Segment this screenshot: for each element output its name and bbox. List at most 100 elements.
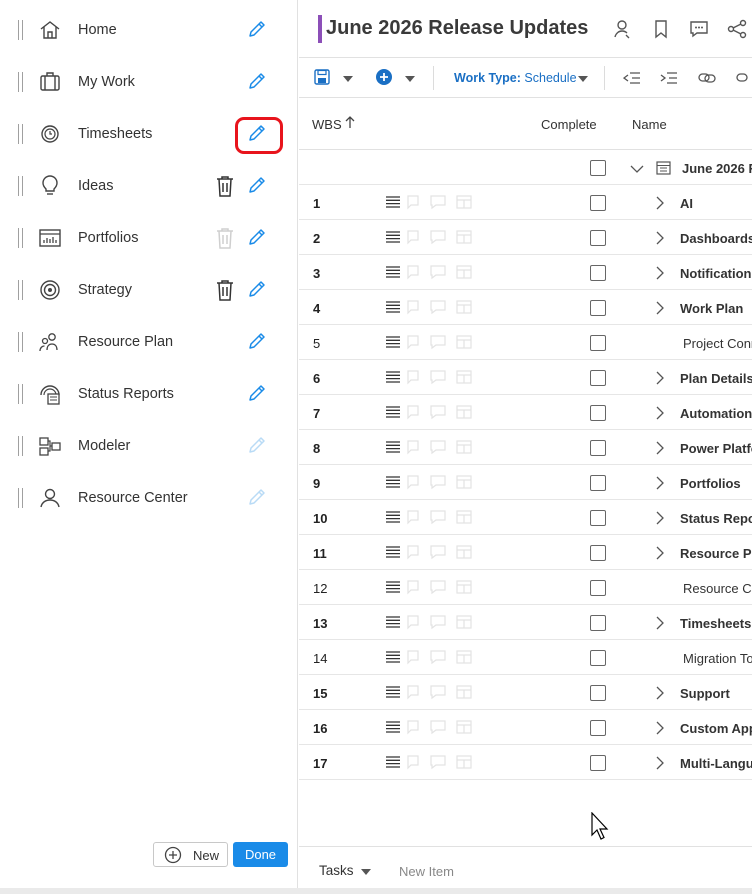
row-menu-icon[interactable] [385, 370, 401, 384]
expand-chevron-icon[interactable] [655, 301, 665, 315]
complete-checkbox[interactable] [590, 440, 606, 456]
expand-chevron-icon[interactable] [655, 546, 665, 560]
complete-checkbox[interactable] [590, 475, 606, 491]
outdent-icon[interactable] [622, 71, 640, 90]
complete-checkbox[interactable] [590, 580, 606, 596]
drag-handle-icon[interactable] [18, 436, 23, 456]
table-row[interactable]: 13 Timesheets [299, 605, 752, 640]
row-menu-icon[interactable] [385, 720, 401, 734]
sidebar-item-resource-plan[interactable]: Resource Plan [0, 318, 298, 370]
expand-chevron-icon[interactable] [655, 441, 665, 455]
edit-pencil-icon[interactable] [246, 174, 268, 196]
complete-checkbox[interactable] [590, 195, 606, 211]
complete-checkbox[interactable] [590, 755, 606, 771]
trash-icon[interactable] [214, 174, 236, 198]
save-dropdown-chevron-icon[interactable] [343, 76, 353, 82]
row-menu-icon[interactable] [385, 300, 401, 314]
complete-checkbox[interactable] [590, 615, 606, 631]
sidebar-item-timesheets[interactable]: Timesheets [0, 110, 298, 162]
new-item-input[interactable]: New Item [399, 864, 454, 879]
table-row[interactable]: 11 Resource Plan [299, 535, 752, 570]
sidebar-item-status-reports[interactable]: Status Reports [0, 370, 298, 422]
row-menu-icon[interactable] [385, 440, 401, 454]
sidebar-item-ideas[interactable]: Ideas [0, 162, 298, 214]
expand-chevron-icon[interactable] [655, 686, 665, 700]
expand-chevron-icon[interactable] [655, 476, 665, 490]
wbs-column-header[interactable]: WBS [312, 117, 342, 132]
share-icon[interactable] [726, 18, 748, 40]
table-row[interactable]: 14 Migration Tool [299, 640, 752, 675]
sidebar-item-strategy[interactable]: Strategy [0, 266, 298, 318]
tasks-dropdown-label[interactable]: Tasks [319, 863, 354, 878]
row-menu-icon[interactable] [385, 615, 401, 629]
table-row[interactable]: 10 Status Reports [299, 500, 752, 535]
complete-checkbox[interactable] [590, 230, 606, 246]
complete-checkbox[interactable] [590, 545, 606, 561]
task-name[interactable]: Portfolios [680, 476, 741, 491]
task-name[interactable]: Custom Apps [680, 721, 752, 736]
complete-checkbox[interactable] [590, 510, 606, 526]
task-name[interactable]: Notifications [680, 266, 752, 281]
expand-chevron-icon[interactable] [655, 196, 665, 210]
row-menu-icon[interactable] [385, 195, 401, 209]
drag-handle-icon[interactable] [18, 72, 23, 92]
row-menu-icon[interactable] [385, 230, 401, 244]
table-row[interactable]: 15 Support [299, 675, 752, 710]
edit-pencil-icon[interactable] [246, 70, 268, 92]
task-name[interactable]: Power Platform [680, 441, 752, 456]
drag-handle-icon[interactable] [18, 332, 23, 352]
complete-checkbox[interactable] [590, 650, 606, 666]
table-row[interactable]: 12 Resource Center [299, 570, 752, 605]
task-name[interactable]: Migration Tool [683, 651, 752, 666]
edit-pencil-icon[interactable] [246, 382, 268, 404]
task-name[interactable]: Multi-Language [680, 756, 752, 771]
edit-pencil-icon[interactable] [246, 18, 268, 40]
sort-ascending-icon[interactable] [343, 114, 357, 130]
drag-handle-icon[interactable] [18, 124, 23, 144]
table-row[interactable]: 8 Power Platform [299, 430, 752, 465]
save-icon[interactable] [314, 69, 330, 90]
drag-handle-icon[interactable] [18, 228, 23, 248]
drag-handle-icon[interactable] [18, 20, 23, 40]
drag-handle-icon[interactable] [18, 488, 23, 508]
complete-column-header[interactable]: Complete [541, 117, 597, 132]
unlink-icon[interactable] [736, 70, 752, 91]
done-button[interactable]: Done [233, 842, 288, 867]
collapse-chevron-icon[interactable] [630, 162, 644, 173]
drag-handle-icon[interactable] [18, 280, 23, 300]
sidebar-item-home[interactable]: Home [0, 6, 298, 58]
task-name[interactable]: Project Connect [683, 336, 752, 351]
sidebar-item-modeler[interactable]: Modeler [0, 422, 298, 474]
group-complete-checkbox[interactable] [590, 160, 606, 176]
add-circle-icon[interactable] [375, 68, 393, 91]
tasks-dropdown-chevron-icon[interactable] [361, 869, 371, 875]
row-menu-icon[interactable] [385, 650, 401, 664]
complete-checkbox[interactable] [590, 685, 606, 701]
drag-handle-icon[interactable] [18, 176, 23, 196]
complete-checkbox[interactable] [590, 370, 606, 386]
task-name[interactable]: Support [680, 686, 730, 701]
row-menu-icon[interactable] [385, 405, 401, 419]
table-row[interactable]: 3 Notifications [299, 255, 752, 290]
task-name[interactable]: Plan Details [680, 371, 752, 386]
expand-chevron-icon[interactable] [655, 616, 665, 630]
table-row[interactable]: 17 Multi-Language [299, 745, 752, 780]
expand-chevron-icon[interactable] [655, 231, 665, 245]
row-menu-icon[interactable] [385, 755, 401, 769]
table-row[interactable]: 6 Plan Details [299, 360, 752, 395]
complete-checkbox[interactable] [590, 300, 606, 316]
expand-chevron-icon[interactable] [655, 511, 665, 525]
table-row[interactable]: 9 Portfolios [299, 465, 752, 500]
table-row[interactable]: 4 Work Plan [299, 290, 752, 325]
row-menu-icon[interactable] [385, 510, 401, 524]
table-row[interactable]: 5 Project Connect [299, 325, 752, 360]
edit-pencil-icon[interactable] [246, 278, 268, 300]
comment-icon[interactable] [688, 18, 710, 40]
task-name[interactable]: Resource Plan [680, 546, 752, 561]
row-menu-icon[interactable] [385, 545, 401, 559]
drag-handle-icon[interactable] [18, 384, 23, 404]
edit-pencil-icon[interactable] [246, 330, 268, 352]
expand-chevron-icon[interactable] [655, 721, 665, 735]
table-row[interactable]: 2 Dashboards [299, 220, 752, 255]
person-icon[interactable] [612, 18, 634, 40]
